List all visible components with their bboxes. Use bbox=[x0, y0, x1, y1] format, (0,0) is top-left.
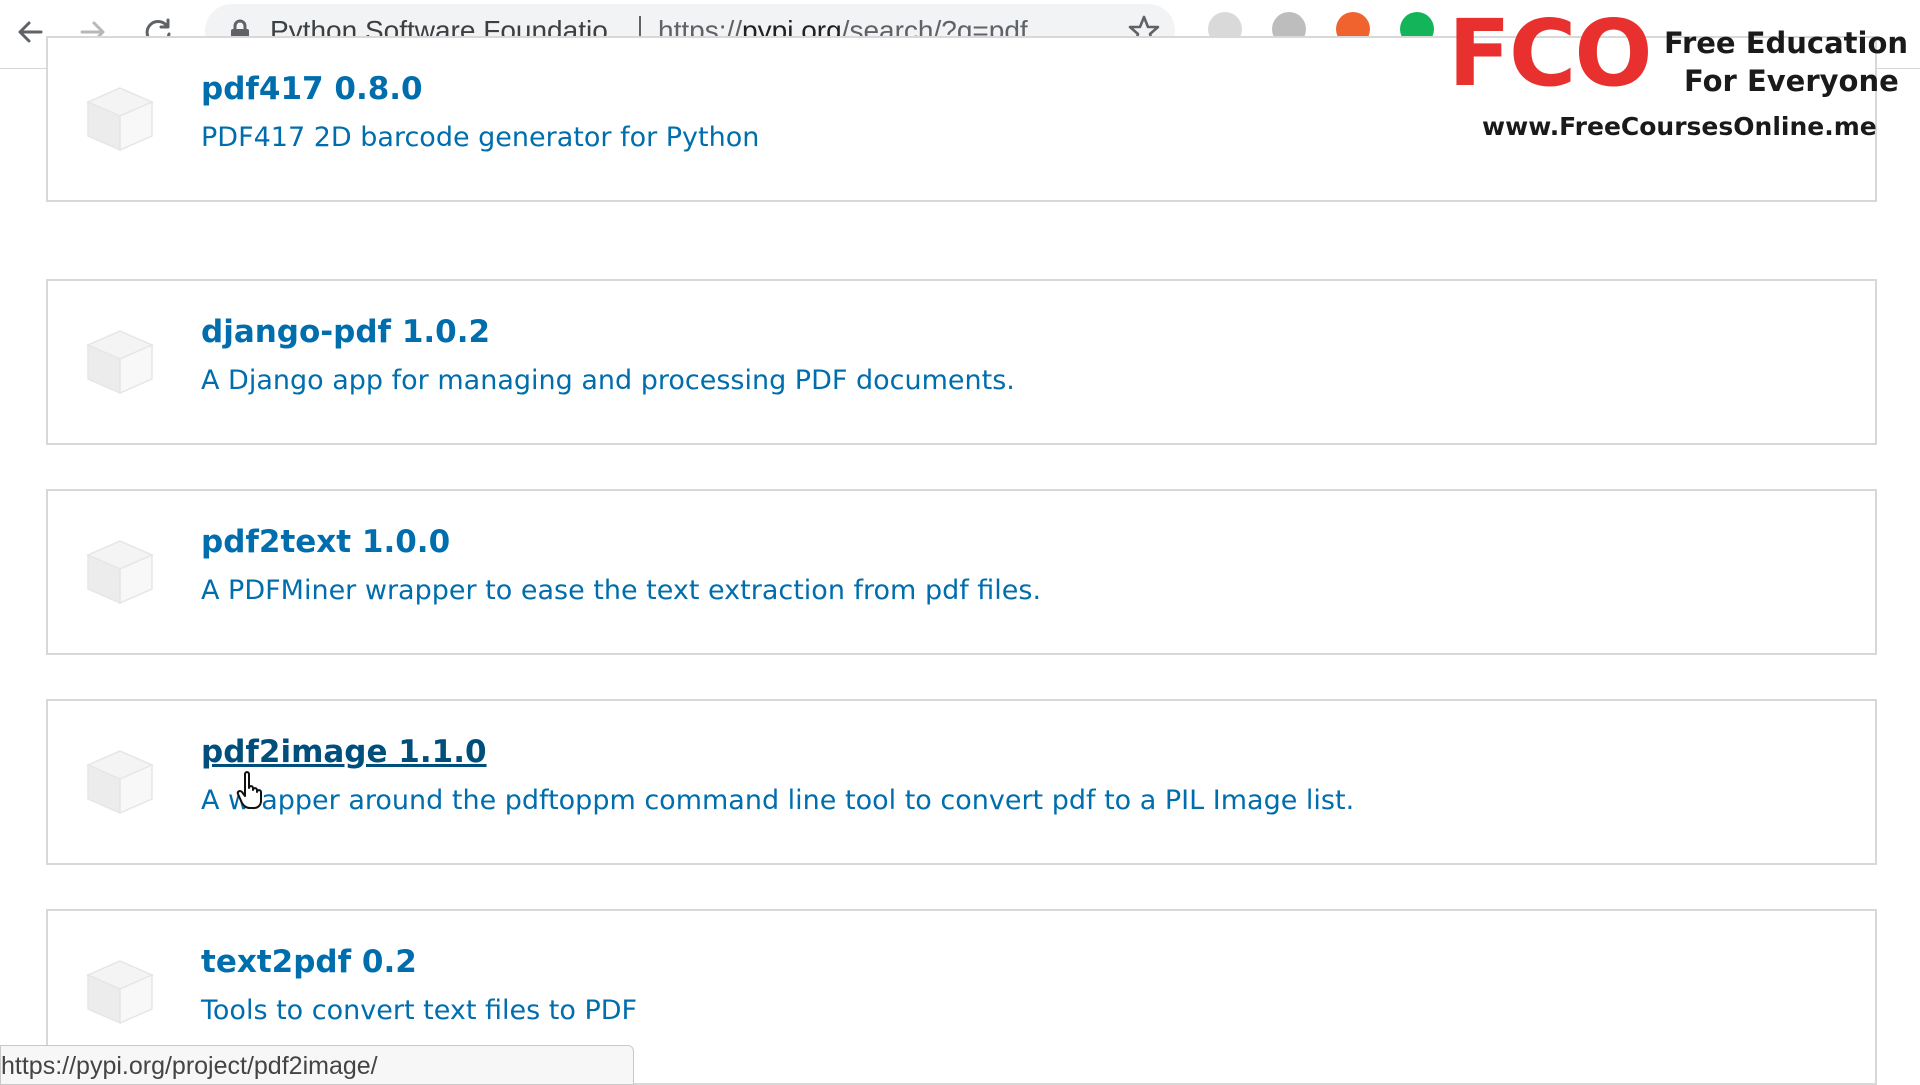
package-description: A wrapper around the pdftoppm command li… bbox=[201, 785, 1355, 816]
package-title-link[interactable]: django-pdf 1.0.2 bbox=[201, 314, 490, 350]
watermark-line-2: For Everyone bbox=[1684, 64, 1899, 98]
package-description: PDF417 2D barcode generator for Python bbox=[201, 122, 760, 153]
package-title-link[interactable]: pdf417 0.8.0 bbox=[201, 71, 423, 107]
link-status-bubble: https://pypi.org/project/pdf2image/ bbox=[0, 1045, 634, 1085]
package-icon bbox=[86, 750, 154, 815]
package-card[interactable]: pdf2image 1.1.0 A wrapper around the pdf… bbox=[46, 699, 1877, 865]
package-title-link[interactable]: pdf2image 1.1.0 bbox=[201, 734, 487, 770]
status-url: https://pypi.org/project/pdf2image/ bbox=[1, 1052, 378, 1080]
package-icon bbox=[86, 87, 154, 152]
package-description: A PDFMiner wrapper to ease the text extr… bbox=[201, 575, 1042, 606]
watermark-url: www.FreeCoursesOnline.me bbox=[1482, 112, 1877, 141]
watermark-logo: FCO bbox=[1448, 0, 1653, 107]
package-title-link[interactable]: text2pdf 0.2 bbox=[201, 944, 417, 980]
package-card[interactable]: django-pdf 1.0.2 A Django app for managi… bbox=[46, 279, 1877, 445]
package-icon bbox=[86, 960, 154, 1025]
watermark-line-1: Free Education bbox=[1664, 26, 1909, 60]
package-description: Tools to convert text files to PDF bbox=[201, 995, 638, 1026]
package-card[interactable]: pdf2text 1.0.0 A PDFMiner wrapper to eas… bbox=[46, 489, 1877, 655]
package-icon bbox=[86, 540, 154, 605]
package-title-link[interactable]: pdf2text 1.0.0 bbox=[201, 524, 450, 560]
package-icon bbox=[86, 330, 154, 395]
hand-pointer-icon bbox=[236, 771, 262, 809]
arrow-left-icon bbox=[18, 21, 43, 43]
package-description: A Django app for managing and processing… bbox=[201, 365, 1015, 396]
